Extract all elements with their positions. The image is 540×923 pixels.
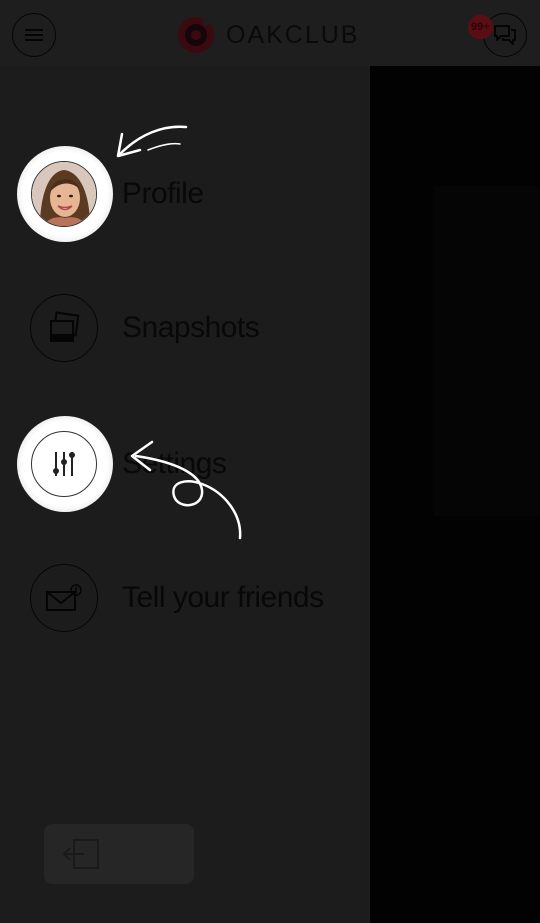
dimmed-card xyxy=(434,186,540,516)
main-content-dimmed xyxy=(370,66,540,923)
top-bar: OAKCLUB 99+ xyxy=(0,0,540,66)
avatar xyxy=(31,161,97,227)
chat-bubbles-icon xyxy=(494,25,516,45)
oakclub-logo-icon xyxy=(178,17,214,53)
arrow-to-settings-icon xyxy=(130,440,242,540)
menu-item-label: Tell your friends xyxy=(122,581,324,614)
arrow-to-profile-icon xyxy=(116,125,188,158)
menu-button[interactable] xyxy=(12,13,56,57)
logout-icon xyxy=(62,839,99,869)
brand-logo: OAKCLUB xyxy=(176,15,359,55)
brand-name: OAKCLUB xyxy=(226,20,360,49)
menu-item-snapshots[interactable]: Snapshots xyxy=(30,294,260,362)
settings-icon-ring xyxy=(31,431,97,497)
menu-item-label: Snapshots xyxy=(122,311,260,344)
envelope-icon xyxy=(46,584,82,611)
menu-item-label: Profile xyxy=(122,177,204,210)
menu-item-profile[interactable]: Profile xyxy=(30,160,204,228)
photos-icon xyxy=(50,311,80,342)
hamburger-menu-icon xyxy=(25,29,43,41)
app-screen: OAKCLUB 99+ Profile Snapshots Settings T… xyxy=(0,0,540,923)
profile-avatar-wrap xyxy=(30,160,98,228)
menu-item-tell-friends[interactable]: Tell your friends xyxy=(30,564,324,632)
user-avatar-icon xyxy=(32,162,96,226)
logout-button[interactable] xyxy=(44,824,194,884)
invite-icon-circle xyxy=(30,564,98,632)
snapshots-icon-circle xyxy=(30,294,98,362)
settings-icon-circle xyxy=(30,430,98,498)
notification-badge: 99+ xyxy=(468,15,493,39)
sliders-icon xyxy=(53,452,75,476)
